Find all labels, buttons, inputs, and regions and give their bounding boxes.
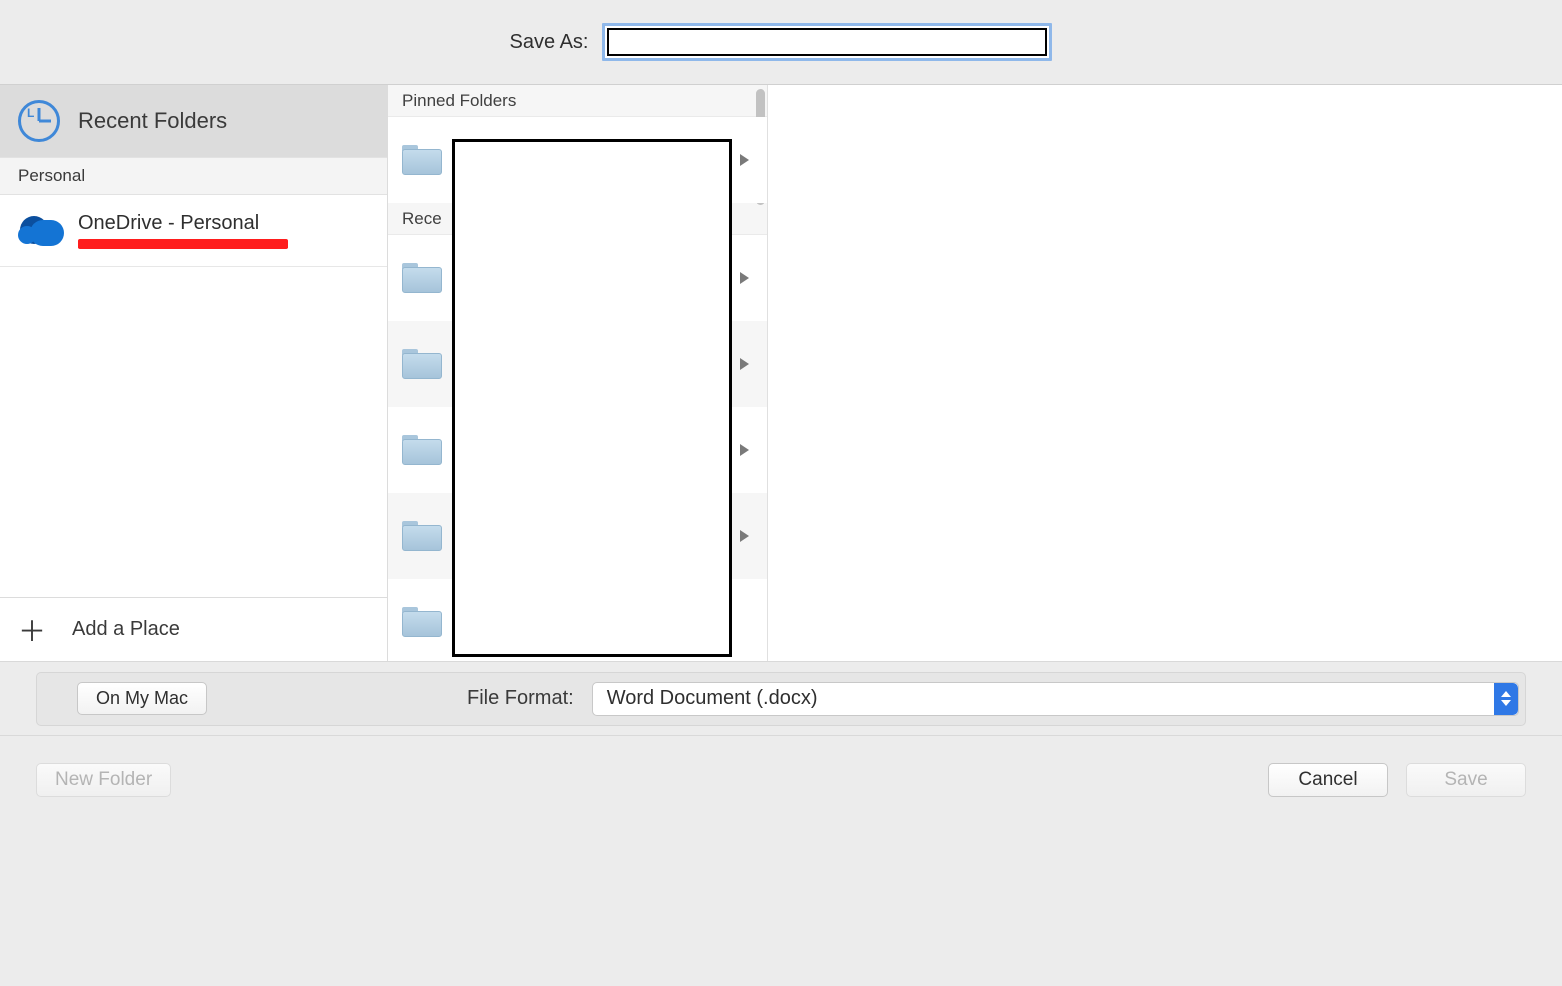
redacted-account-text — [78, 239, 288, 249]
sidebar-spacer — [0, 267, 387, 597]
preview-pane — [768, 85, 1562, 661]
clock-icon: L — [18, 100, 60, 142]
new-folder-button[interactable]: New Folder — [36, 763, 171, 797]
folder-icon — [402, 145, 442, 175]
format-bar: On My Mac File Format: Word Document (.d… — [0, 661, 1562, 736]
file-format-value: Word Document (.docx) — [607, 687, 818, 710]
add-place-label: Add a Place — [72, 618, 180, 641]
folder-icon — [402, 521, 442, 551]
save-button[interactable]: Save — [1406, 763, 1526, 797]
middle-area: L Recent Folders Personal OneDrive - Per… — [0, 85, 1562, 661]
sidebar-section-personal: Personal — [0, 157, 387, 195]
folder-icon — [402, 435, 442, 465]
onedrive-label: OneDrive - Personal — [78, 212, 288, 235]
cancel-button[interactable]: Cancel — [1268, 763, 1388, 797]
file-format-label: File Format: — [467, 687, 574, 710]
bottom-bar: New Folder Cancel Save — [0, 736, 1562, 824]
folder-icon — [402, 607, 442, 637]
sidebar-item-onedrive-personal[interactable]: OneDrive - Personal — [0, 195, 387, 267]
save-as-label: Save As: — [510, 31, 589, 54]
pinned-folders-header: Pinned Folders — [388, 85, 767, 117]
on-my-mac-button[interactable]: On My Mac — [77, 682, 207, 715]
sidebar: L Recent Folders Personal OneDrive - Per… — [0, 85, 388, 661]
folder-icon — [402, 263, 442, 293]
chevron-right-icon — [740, 358, 749, 370]
folder-list-column: || Pinned Folders Rece — [388, 85, 768, 661]
plus-icon: ＋ — [18, 610, 46, 650]
chevron-right-icon — [740, 154, 749, 166]
onedrive-icon — [18, 216, 64, 246]
redaction-overlay — [452, 139, 732, 657]
save-as-input[interactable] — [607, 28, 1047, 56]
chevron-right-icon — [740, 272, 749, 284]
save-as-input-wrap — [602, 23, 1052, 61]
sidebar-item-recent-folders[interactable]: L Recent Folders — [0, 85, 387, 157]
chevron-right-icon — [740, 444, 749, 456]
sidebar-item-add-place[interactable]: ＋ Add a Place — [0, 597, 387, 661]
folder-icon — [402, 349, 442, 379]
format-bar-inner: On My Mac File Format: Word Document (.d… — [36, 672, 1526, 726]
recent-folders-label: Recent Folders — [78, 108, 227, 134]
chevron-right-icon — [740, 530, 749, 542]
save-as-bar: Save As: — [0, 0, 1562, 85]
file-format-select[interactable]: Word Document (.docx) — [592, 682, 1519, 716]
select-stepper-icon — [1494, 683, 1518, 715]
